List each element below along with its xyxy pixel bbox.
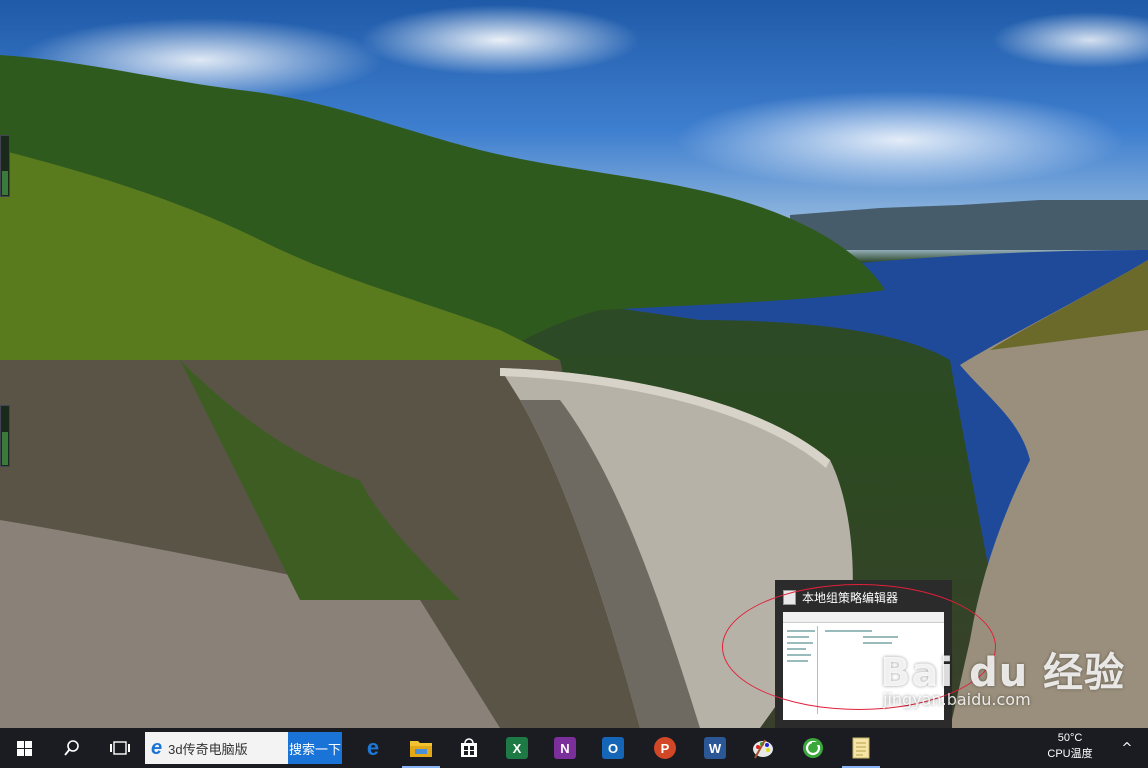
taskbar: e 3d传奇电脑版 搜索一下 e X N O P W 50°C CPU温度 ^	[0, 728, 1148, 768]
chevron-up-icon: ^	[1121, 740, 1133, 756]
baidu-watermark: Bai du 经验 jingyan.baidu.com	[880, 640, 1125, 709]
taskbar-app-store[interactable]	[446, 728, 492, 768]
temperature-value: 50°C	[1057, 732, 1083, 744]
taskbar-app-file-explorer[interactable]	[398, 728, 444, 768]
taskbar-app-excel[interactable]: X	[494, 728, 540, 768]
ie-logo-icon: e	[151, 736, 163, 759]
outlook-icon: O	[602, 737, 624, 759]
taskbar-app-powerpoint[interactable]: P	[642, 728, 688, 768]
powerpoint-icon: P	[654, 737, 676, 759]
search-go-button[interactable]: 搜索一下	[288, 732, 342, 764]
folder-icon	[410, 741, 432, 757]
edge-icon: e	[366, 735, 380, 760]
distant-hills	[790, 200, 1148, 250]
taskbar-app-outlook[interactable]: O	[590, 728, 636, 768]
task-view-icon	[110, 741, 130, 755]
side-gauge-top	[0, 135, 10, 197]
paint-palette-icon	[753, 739, 773, 759]
browser-360-icon	[803, 738, 823, 758]
taskbar-app-360-browser[interactable]	[790, 728, 836, 768]
excel-icon: X	[506, 737, 528, 759]
start-button[interactable]	[0, 728, 48, 768]
windows-logo-icon	[16, 740, 32, 756]
task-view-button[interactable]	[96, 728, 144, 768]
taskbar-app-group-policy-editor[interactable]	[838, 728, 884, 768]
search-icon	[64, 740, 79, 756]
side-gauge-middle	[0, 405, 10, 467]
search-box-text: 3d传奇电脑版	[168, 741, 248, 757]
show-hidden-icons-button[interactable]: ^	[1112, 728, 1142, 768]
store-icon	[461, 738, 477, 757]
taskbar-app-word[interactable]: W	[692, 728, 738, 768]
onenote-icon: N	[554, 737, 576, 759]
watermark-url: jingyan.baidu.com	[883, 690, 1031, 709]
word-icon: W	[704, 737, 726, 759]
policy-document-icon	[852, 737, 870, 759]
taskbar-app-edge[interactable]: e	[350, 728, 396, 768]
cpu-temperature[interactable]: 50°C CPU温度	[1040, 730, 1100, 762]
search-button[interactable]	[48, 728, 96, 768]
browser-search-box[interactable]: e 3d传奇电脑版	[145, 732, 288, 764]
temperature-label: CPU温度	[1047, 748, 1093, 760]
taskbar-app-paint[interactable]	[740, 728, 786, 768]
taskbar-app-onenote[interactable]: N	[542, 728, 588, 768]
